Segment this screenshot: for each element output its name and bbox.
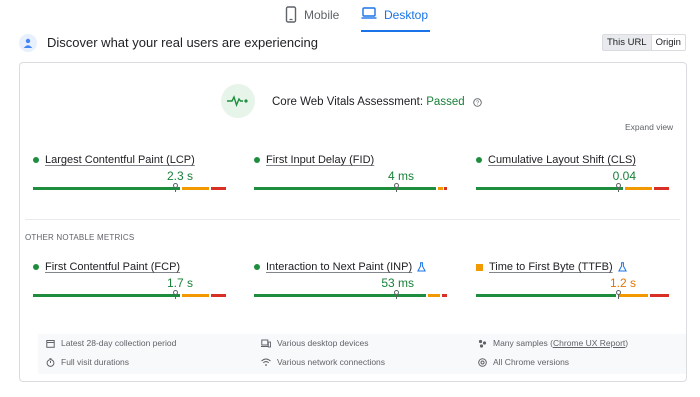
- metric-lcp-bar-segment-2: [182, 187, 209, 190]
- metric-inp-bar-segment-2: [428, 294, 440, 297]
- metric-fcp-value: 1.7 s: [166, 276, 193, 290]
- good-status-icon: [33, 264, 39, 270]
- device-tabs: Mobile Desktop: [0, 0, 700, 34]
- metric-fid-distribution-bar: [254, 187, 447, 190]
- vitals-pulse-icon: [221, 84, 255, 118]
- footer-devices: Various desktop devices: [261, 338, 369, 348]
- good-status-icon: [33, 157, 39, 163]
- tab-desktop-label: Desktop: [384, 8, 429, 22]
- metric-cls-bar-segment-1: [476, 187, 623, 190]
- metric-cls-distribution-bar: [476, 187, 669, 190]
- assessment-title: Core Web Vitals Assessment: Passed ?: [272, 96, 482, 108]
- assessment-prefix: Core Web Vitals Assessment:: [272, 96, 427, 108]
- metric-ttfb-label[interactable]: Time to First Byte (TTFB): [489, 261, 613, 273]
- metric-ttfb-bar-segment-1: [476, 294, 616, 297]
- phone-icon: [285, 6, 297, 23]
- metric-lcp-bar-segment-3: [211, 187, 226, 190]
- good-status-icon: [254, 157, 260, 163]
- other-metrics-heading: OTHER NOTABLE METRICS: [25, 233, 135, 242]
- good-status-icon: [254, 264, 260, 270]
- footer-samples: Many samples (Chrome UX Report): [478, 338, 628, 348]
- metric-fid-value: 4 ms: [387, 169, 414, 183]
- laptop-icon: [361, 7, 377, 19]
- metric-ttfb-value: 1.2 s: [609, 276, 636, 290]
- metric-inp-bar-segment-3: [442, 294, 447, 297]
- url-origin-toggle: This URL Origin: [602, 34, 686, 51]
- metric-fcp-distribution-bar: [33, 294, 226, 297]
- metric-ttfb-bar-segment-2: [618, 294, 648, 297]
- metric-cls-bar-segment-3: [654, 187, 669, 190]
- experimental-beaker-icon: [417, 262, 427, 272]
- assessment-status: Passed: [426, 96, 465, 108]
- metric-fid-bar-segment-3: [444, 187, 447, 190]
- metric-fid-bar-segment-1: [254, 187, 436, 190]
- footer-network: Various network connections: [261, 357, 385, 367]
- metric-fid-label[interactable]: First Input Delay (FID): [266, 154, 374, 166]
- metric-fcp-label[interactable]: First Contentful Paint (FCP): [45, 261, 180, 273]
- needs-improvement-status-icon: [476, 263, 483, 271]
- footer-chrome-versions: All Chrome versions: [478, 357, 569, 367]
- metric-inp-distribution-bar: [254, 294, 447, 297]
- metric-fcp-bar-segment-2: [182, 294, 209, 297]
- help-icon[interactable]: ?: [473, 98, 482, 107]
- chrome-icon: [478, 357, 487, 367]
- metric-ttfb-distribution-bar: [476, 294, 669, 297]
- timer-icon: [46, 357, 55, 367]
- metric-cls-label[interactable]: Cumulative Layout Shift (CLS): [488, 154, 636, 166]
- footer-collection-period: Latest 28-day collection period: [46, 338, 176, 348]
- metric-inp-bar-segment-1: [254, 294, 426, 297]
- chrome-ux-report-link[interactable]: Chrome UX Report: [553, 338, 625, 348]
- good-status-icon: [476, 157, 482, 163]
- origin-button[interactable]: Origin: [652, 35, 685, 50]
- metric-lcp-distribution-bar: [33, 187, 226, 190]
- metric-lcp-label[interactable]: Largest Contentful Paint (LCP): [45, 154, 195, 166]
- this-url-button[interactable]: This URL: [603, 35, 652, 50]
- tab-desktop[interactable]: Desktop: [361, 6, 431, 34]
- samples-icon: [478, 339, 487, 348]
- metric-cls-value: 0.04: [612, 169, 636, 183]
- page-title: Discover what your real users are experi…: [47, 35, 318, 50]
- metric-inp-value: 53 ms: [381, 276, 414, 290]
- expand-view-button[interactable]: Expand view: [625, 122, 673, 132]
- wifi-icon: [261, 358, 271, 366]
- metric-cls-bar-segment-2: [625, 187, 652, 190]
- experimental-beaker-icon: [617, 262, 627, 272]
- devices-icon: [261, 339, 271, 347]
- tab-mobile[interactable]: Mobile: [285, 6, 339, 34]
- metric-fid-bar-segment-2: [438, 187, 443, 190]
- metric-fcp-bar-segment-3: [211, 294, 226, 297]
- footer-visit-durations: Full visit durations: [46, 357, 129, 367]
- metric-lcp-value: 2.3 s: [166, 169, 193, 183]
- metric-fcp-bar-segment-1: [33, 294, 180, 297]
- users-icon: [19, 34, 37, 52]
- calendar-icon: [46, 339, 55, 348]
- metric-inp-label[interactable]: Interaction to Next Paint (INP): [266, 261, 412, 273]
- section-divider: [25, 219, 680, 220]
- metric-ttfb-bar-segment-3: [650, 294, 669, 297]
- tab-mobile-label: Mobile: [304, 8, 340, 22]
- metric-lcp-bar-segment-1: [33, 187, 180, 190]
